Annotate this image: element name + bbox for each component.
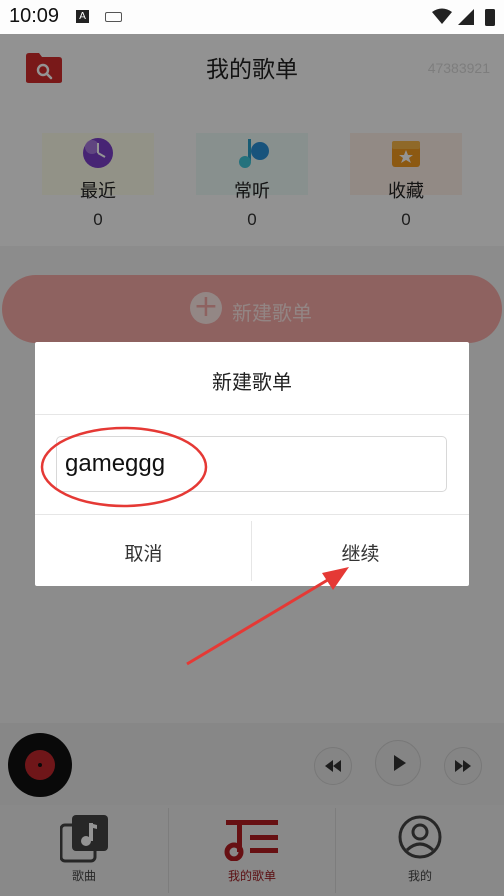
dialog-title: 新建歌单 — [212, 370, 292, 394]
notification-a-icon: A — [76, 10, 89, 23]
cancel-label: 取消 — [124, 543, 163, 565]
status-time: 10:09 — [9, 5, 60, 27]
wifi-icon — [432, 8, 452, 24]
continue-button[interactable]: 继续 — [252, 515, 469, 586]
status-icons — [432, 8, 495, 26]
signal-icon — [458, 9, 474, 25]
cancel-button[interactable]: 取消 — [35, 515, 252, 586]
dialog-divider — [35, 414, 469, 415]
keyboard-icon — [105, 12, 122, 22]
continue-label: 继续 — [341, 543, 380, 565]
playlist-name-value: gameggg — [65, 450, 166, 477]
battery-icon — [485, 9, 495, 26]
